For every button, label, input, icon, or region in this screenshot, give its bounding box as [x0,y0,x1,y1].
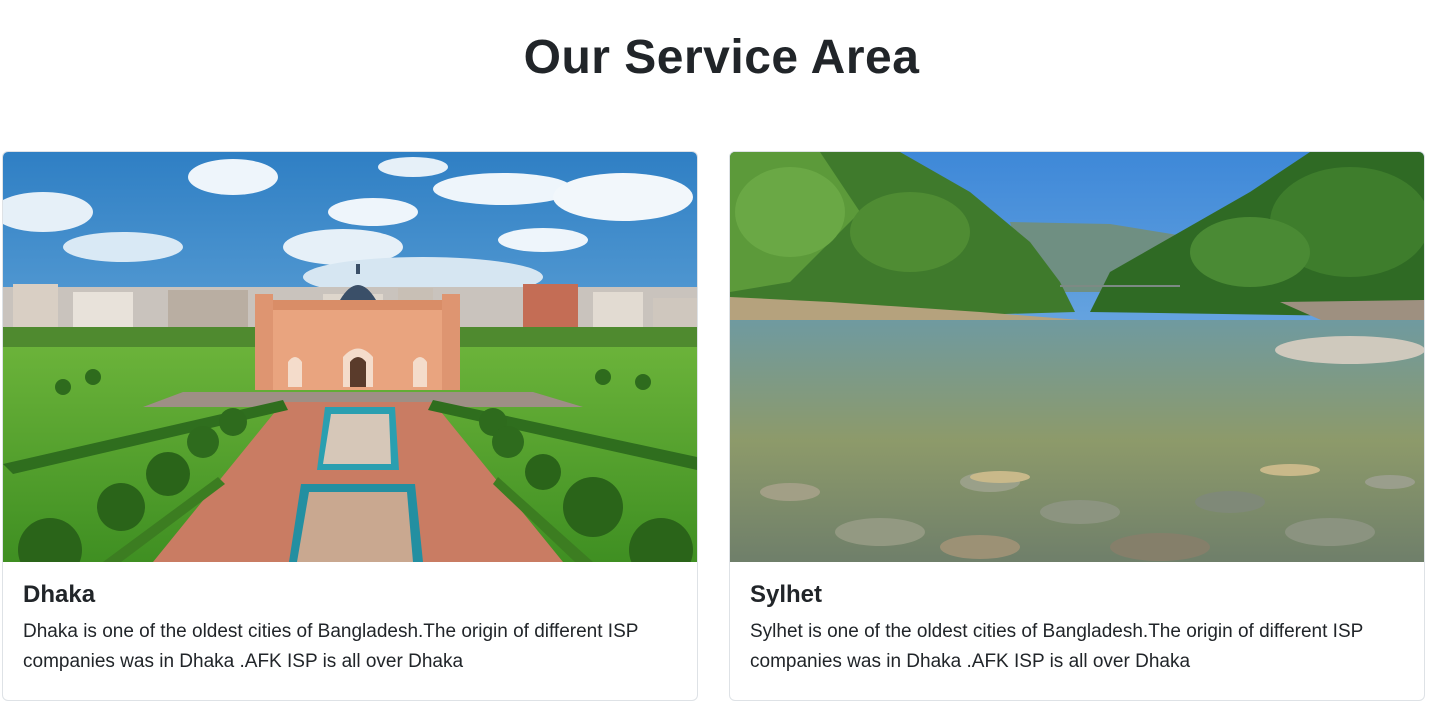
card-body: Sylhet Sylhet is one of the oldest citie… [750,581,1410,677]
card-body: Dhaka Dhaka is one of the oldest cities … [23,581,683,677]
card-text: Sylhet is one of the oldest cities of Ba… [750,621,1363,672]
section-title: Our Service Area [523,31,920,84]
service-card-sylhet: Sylhet Sylhet is one of the oldest citie… [729,151,1425,701]
card-title: Sylhet [750,581,823,608]
service-card-dhaka: Dhaka Dhaka is one of the oldest cities … [2,151,698,701]
card-text: Dhaka is one of the oldest cities of Ban… [23,621,639,672]
card-title: Dhaka [23,581,96,608]
dhaka-card-image [3,152,697,562]
sylhet-card-image [730,152,1424,562]
